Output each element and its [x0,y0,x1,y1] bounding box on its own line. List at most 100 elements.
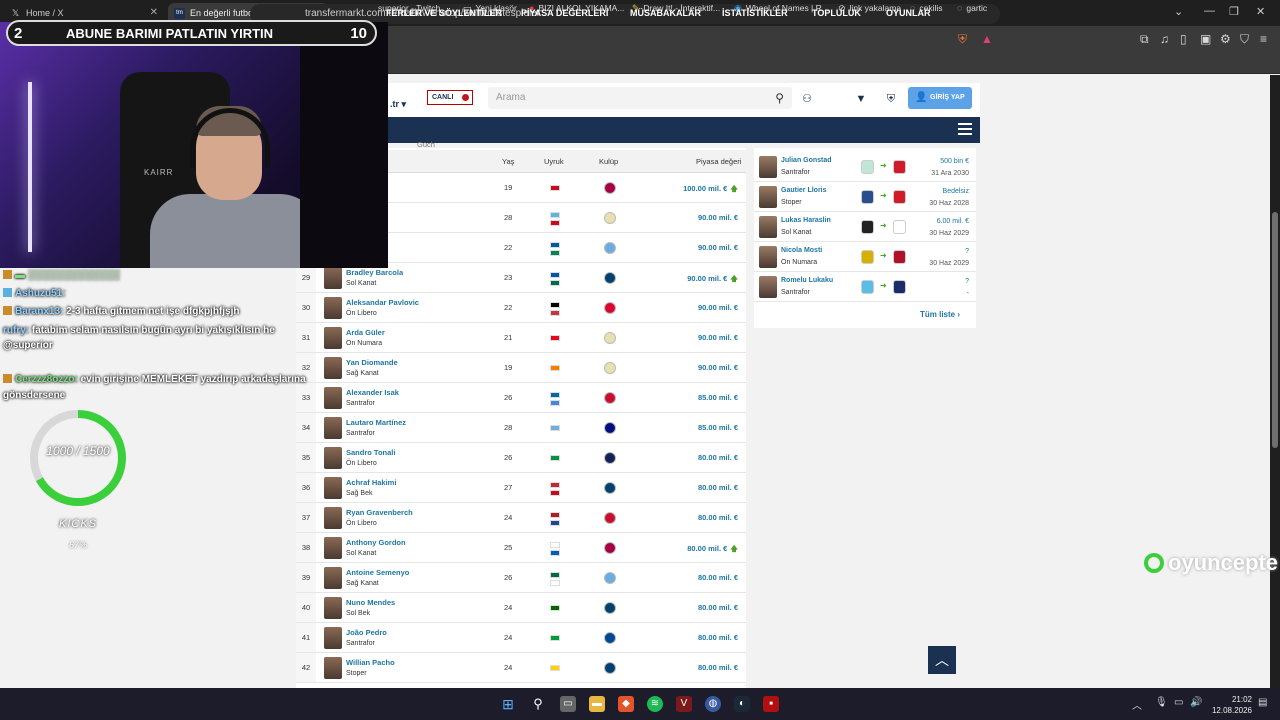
network-icon[interactable]: ▭ [1174,697,1183,708]
table-row[interactable]: 40 Nuno Mendes Sol Bek 24 80.00 mil. € [296,593,746,623]
table-row[interactable]: 30 Aleksandar Pavlovic Ön Libero 22 90.00 mi… [296,293,746,323]
transfer-fee[interactable]: 6.00 mil. € [937,218,969,225]
bookmark-item[interactable]: ◌ gartic [957,3,987,13]
steam-icon[interactable]: ◐ [734,696,750,712]
player-name[interactable]: Achraf Hakimi [346,478,396,487]
to-club-crest-icon[interactable] [893,190,906,204]
windows-start-icon[interactable]: ⊞ [500,696,516,712]
market-value[interactable]: 80.00 mil. € [698,453,738,462]
club-crest-icon[interactable] [604,632,616,644]
app-icon[interactable]: ◍ [705,696,721,712]
player-name[interactable]: Aleksandar Pavlovic [346,298,419,307]
extensions-icon[interactable]: ⧉ [1140,32,1149,47]
all-transfers-link[interactable]: Tüm liste › [920,310,960,319]
player-photo[interactable] [324,657,342,679]
player-photo[interactable] [324,627,342,649]
to-club-crest-icon[interactable] [893,250,906,264]
market-value[interactable]: 90.00 mil. € [698,213,738,222]
transfer-row[interactable]: Nicola Mosti On Numara ➜? 30 Haz 2029 [754,242,976,272]
volume-icon[interactable]: 🔊 [1190,697,1202,708]
microphone-icon[interactable]: 🎙 [1155,697,1168,708]
transfer-row[interactable]: Lukas Haraslin Sol Kanat ➜ 6.00 mil. € 30 Ha… [754,212,976,242]
club-crest-icon[interactable] [604,212,616,224]
player-name[interactable]: Anthony Gordon [346,538,406,547]
header-club[interactable]: Kulüp [599,157,618,166]
player-name[interactable]: Arda Güler [346,328,385,337]
spotify-icon[interactable]: ≋ [647,696,663,712]
table-row[interactable]: 35 Sandro Tonali Ön Libero 26 80.00 mil. € [296,443,746,473]
club-crest-icon[interactable] [604,392,616,404]
app-icon[interactable]: V [676,696,692,712]
menu-icon[interactable]: ≡ [1260,32,1267,46]
login-button[interactable]: 👤 GİRİŞ YAP [908,87,972,109]
player-name[interactable]: Bradley Barcola [346,268,403,277]
player-photo[interactable] [324,267,342,289]
player-name[interactable]: Ryan Gravenberch [346,508,413,517]
table-row[interactable]: 34 Lautaro Martínez Santrafor 28 85.00 mil. … [296,413,746,443]
club-crest-icon[interactable] [604,242,616,254]
table-row[interactable]: 37 Ryan Gravenberch Ön Libero 24 80.00 mil. … [296,503,746,533]
nav-market-values[interactable]: PİYASA DEĞERLERİ [521,8,608,18]
market-value[interactable]: 80.00 mil. € 🡅 [687,543,738,556]
close-window-icon[interactable]: ✕ [1256,5,1265,18]
search-icon[interactable]: ⚲ [775,87,784,109]
from-club-crest-icon[interactable] [861,160,874,174]
market-value[interactable]: 90.00 mil. € [698,303,738,312]
club-crest-icon[interactable] [604,572,616,584]
market-value[interactable]: 80.00 mil. € [698,603,738,612]
player-name[interactable]: Willian Pacho [346,658,395,667]
club-crest-icon[interactable] [604,482,616,494]
player-name[interactable]: Antoine Semenyo [346,568,409,577]
club-crest-icon[interactable] [604,272,616,284]
vpn-icon[interactable]: ⛉ [1240,32,1249,47]
player-name[interactable]: Julian Gonstad [781,157,832,164]
player-photo[interactable] [324,327,342,349]
player-photo[interactable] [759,186,777,208]
settings-icon[interactable]: ⚙ [1220,32,1231,46]
player-photo[interactable] [759,246,777,268]
nav-games[interactable]: OYUNLAR [886,8,931,18]
club-crest-icon[interactable] [604,362,616,374]
transfer-row[interactable]: Julian Gonstad Santrafor ➜ 500 bin € 31 Ara … [754,152,976,182]
market-value[interactable]: 80.00 mil. € [698,663,738,672]
hamburger-menu-icon[interactable] [958,123,972,135]
player-name[interactable]: Romelu Lukaku [781,277,833,284]
player-photo[interactable] [324,597,342,619]
player-photo[interactable] [324,297,342,319]
market-value[interactable]: 85.00 mil. € [698,423,738,432]
player-photo[interactable] [324,537,342,559]
market-value[interactable]: 90.00 mil. € [698,243,738,252]
brave-shield-icon[interactable]: ⛨ [958,32,967,47]
shield-plus-icon[interactable]: ⛨ [882,90,900,108]
tab-list-icon[interactable]: ⌄ [1174,5,1183,18]
to-club-crest-icon[interactable] [893,280,906,294]
table-row[interactable]: 39 Antoine Semenyo Sağ Kanat 26 80.00 mil. € [296,563,746,593]
minimize-icon[interactable]: — [1204,5,1215,17]
player-photo[interactable] [324,567,342,589]
to-club-crest-icon[interactable] [893,160,906,174]
taskbar-clock[interactable]: 21:02 12.08.2026 [1206,694,1252,716]
player-photo[interactable] [324,477,342,499]
market-value[interactable]: 100.00 mil. € 🡅 [683,183,738,196]
transfer-row[interactable]: Gautier Lloris Stoper ➜ Bedelsiz 30 Haz 2028 [754,182,976,212]
market-value[interactable]: 90.00 mil. € [698,333,738,342]
notifications-icon[interactable]: ▤ [1258,697,1267,708]
player-photo[interactable] [759,156,777,178]
from-club-crest-icon[interactable] [861,190,874,204]
transfer-fee[interactable]: Bedelsiz [943,188,969,195]
market-value[interactable]: 80.00 mil. € [698,633,738,642]
club-crest-icon[interactable] [604,302,616,314]
from-club-crest-icon[interactable] [861,220,874,234]
market-value[interactable]: 80.00 mil. € [698,573,738,582]
table-row[interactable]: 31 Arda Güler On Numara 21 90.00 mil. € [296,323,746,353]
bookmark-icon[interactable]: ▼ [852,90,870,108]
media-icon[interactable]: ♫ [1160,32,1169,46]
player-photo[interactable] [759,276,777,298]
nav-statistics[interactable]: İSTATİSTİKLER [722,8,788,18]
market-value[interactable]: 90.00 mil. € [698,363,738,372]
player-name[interactable]: Lautaro Martínez [346,418,406,427]
market-value[interactable]: 80.00 mil. € [698,483,738,492]
site-logo[interactable]: .tr ▾ [390,99,406,110]
player-photo[interactable] [324,417,342,439]
table-row[interactable]: 42 Willian Pacho Stoper 24 80.00 mil. € [296,653,746,683]
